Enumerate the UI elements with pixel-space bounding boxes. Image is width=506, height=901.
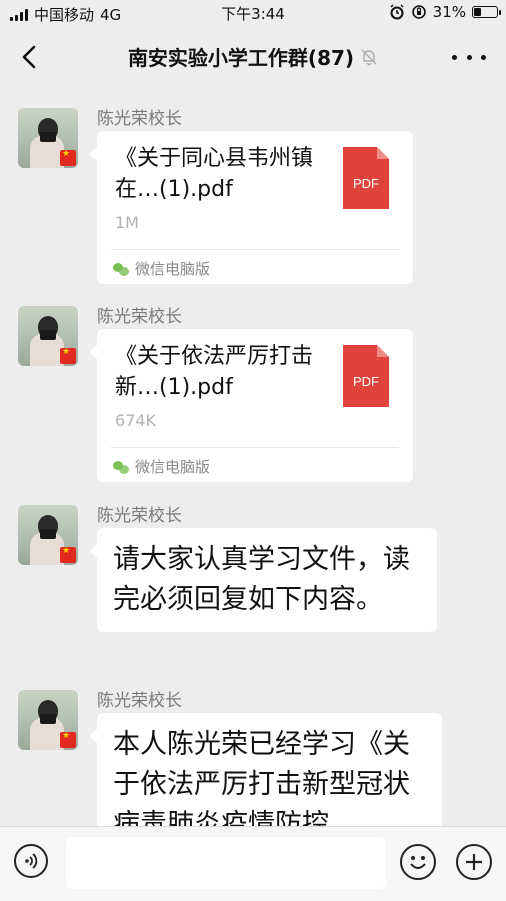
battery-icon [472,6,501,18]
alarm-icon [390,4,404,20]
sender-name: 陈光荣校长 [97,109,182,129]
sender-name: 陈光荣校长 [97,691,182,711]
pdf-file-icon: PDF [343,147,389,209]
status-time: 下午3:44 [221,5,285,23]
message-item: 陈光荣校长 本人陈光荣已经学习《关于依法严厉打击新型冠状病毒肺炎疫情防控 [0,690,506,826]
pdf-label: PDF [353,374,379,389]
sender-name: 陈光荣校长 [97,307,182,327]
avatar[interactable] [18,505,78,565]
back-arrow-icon[interactable] [14,40,48,74]
message-text: 本人陈光荣已经学习《关于依法严厉打击新型冠状病毒肺炎疫情防控 [113,729,410,826]
file-size: 1M [115,213,139,232]
file-name: 《关于依法严厉打击新…(1).pdf [115,344,314,400]
pdf-file-icon: PDF [343,345,389,407]
plus-icon[interactable] [456,844,492,880]
text-message-bubble[interactable]: 请大家认真学习文件，读完必须回复如下内容。 [89,528,437,632]
file-size: 674K [115,411,157,430]
pdf-label: PDF [353,176,379,191]
status-bar: 中国移动 4G 下午3:44 31% [0,0,506,26]
emoji-icon[interactable] [400,844,436,880]
chat-title-text: 南安实验小学工作群(87) [127,46,355,70]
message-text: 请大家认真学习文件，读完必须回复如下内容。 [113,544,410,615]
divider [111,249,399,250]
avatar[interactable] [18,306,78,366]
avatar[interactable] [18,690,78,750]
voice-icon[interactable] [14,844,48,878]
avatar[interactable] [18,108,78,168]
battery-percent: 31% [432,3,466,21]
message-source: 微信电脑版 [113,258,210,279]
text-message-bubble[interactable]: 本人陈光荣已经学习《关于依法严厉打击新型冠状病毒肺炎疫情防控 [89,713,442,826]
chat-title: 南安实验小学工作群(87) [60,42,446,71]
message-source: 微信电脑版 [113,456,210,477]
message-source-label: 微信电脑版 [135,260,211,278]
wechat-icon [113,262,129,276]
file-name: 《关于同心县韦州镇在…(1).pdf [115,146,314,202]
more-icon[interactable] [452,44,486,70]
input-bar [0,826,506,901]
file-message-bubble[interactable]: 《关于依法严厉打击新…(1).pdf 674K PDF 微信电脑版 [89,329,413,482]
divider [111,447,399,448]
message-input[interactable] [66,837,386,889]
chat-header: 南安实验小学工作群(87) [0,26,506,88]
file-message-bubble[interactable]: 《关于同心县韦州镇在…(1).pdf 1M PDF 微信电脑版 [89,131,413,284]
wechat-icon [113,460,129,474]
sender-name: 陈光荣校长 [97,506,182,526]
orientation-lock-icon [411,5,426,19]
message-source-label: 微信电脑版 [135,458,211,476]
mute-bell-icon [361,49,377,65]
